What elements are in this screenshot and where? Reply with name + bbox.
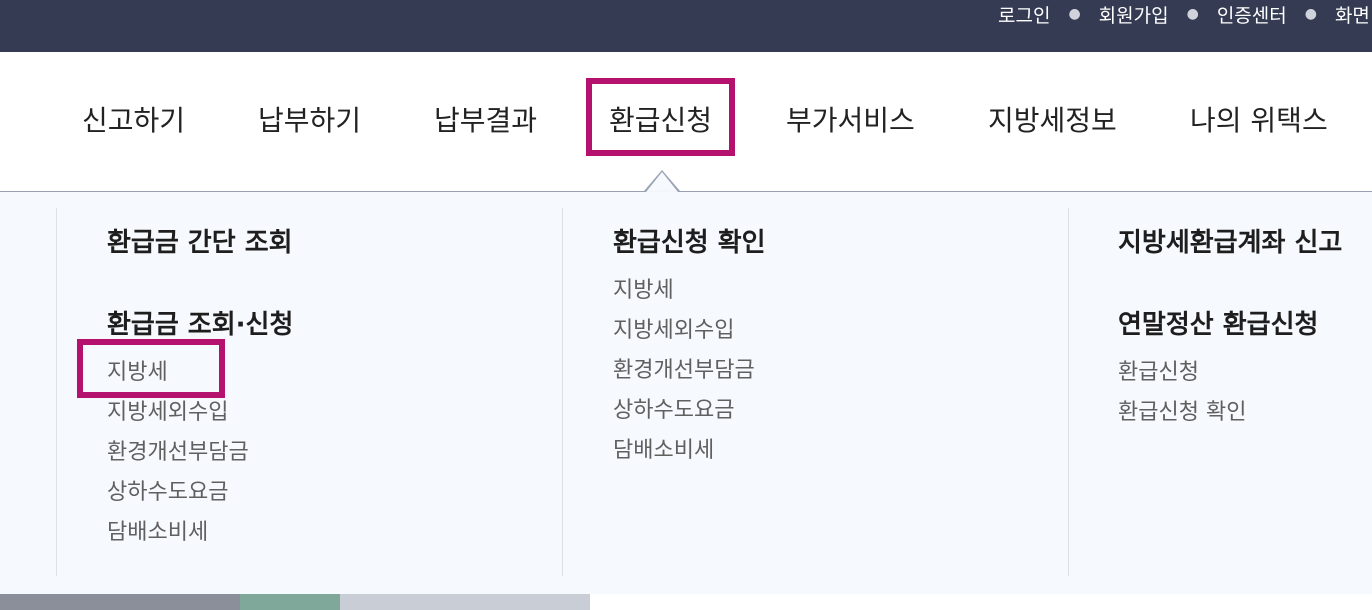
submenu-heading-refund-check[interactable]: 환급신청 확인 — [613, 222, 766, 259]
background-image-fragment — [340, 594, 590, 610]
submenu-link-non-tax-revenue[interactable]: 지방세외수입 — [107, 394, 228, 426]
nav-payment-result[interactable]: 납부결과 — [434, 52, 537, 191]
nav-highlight-box — [586, 78, 735, 156]
background-image-fragment — [590, 594, 1070, 610]
column-divider — [1068, 208, 1069, 576]
submenu-heading-quick-inquiry[interactable]: 환급금 간단 조회 — [107, 222, 293, 259]
login-link[interactable]: 로그인 — [998, 1, 1050, 28]
separator-dot: ● — [1068, 6, 1081, 22]
column-divider — [56, 208, 57, 576]
nav-report[interactable]: 신고하기 — [82, 52, 185, 191]
nav-payment[interactable]: 납부하기 — [258, 52, 361, 191]
submenu-link-environment-charge[interactable]: 환경개선부담금 — [107, 434, 249, 466]
refund-submenu-panel: 환급금 간단 조회 환급금 조회·신청 지방세 지방세외수입 환경개선부담금 상… — [0, 192, 1372, 594]
signup-link[interactable]: 회원가입 — [1099, 1, 1169, 28]
nav-local-tax-info[interactable]: 지방세정보 — [988, 52, 1117, 191]
screen-link[interactable]: 화면 — [1335, 1, 1370, 28]
submenu-heading-refund-inquiry[interactable]: 환급금 조회·신청 — [107, 304, 293, 341]
background-image-fragment — [0, 594, 240, 610]
nav-extra-services[interactable]: 부가서비스 — [786, 52, 915, 191]
separator-dot: ● — [1304, 6, 1317, 22]
background-content-strip — [0, 594, 1372, 610]
top-utility-bar: 로그인 ● 회원가입 ● 인증센터 ● 화면 — [0, 0, 1372, 52]
submenu-link-water-fee[interactable]: 상하수도요금 — [613, 392, 734, 424]
utility-links: 로그인 ● 회원가입 ● 인증센터 ● 화면 — [998, 0, 1370, 28]
submenu-link-tobacco-tax[interactable]: 담배소비세 — [107, 514, 208, 546]
submenu-heading-year-end-refund[interactable]: 연말정산 환급신청 — [1118, 304, 1318, 341]
submenu-link-refund-check[interactable]: 환급신청 확인 — [1118, 394, 1246, 426]
submenu-link-water-fee[interactable]: 상하수도요금 — [107, 474, 228, 506]
separator-dot: ● — [1186, 6, 1199, 22]
background-image-fragment — [1070, 594, 1372, 610]
submenu-pointer-fill — [646, 172, 678, 192]
submenu-link-environment-charge[interactable]: 환경개선부담금 — [613, 352, 755, 384]
background-image-fragment — [240, 594, 340, 610]
submenu-link-refund-request[interactable]: 환급신청 — [1118, 354, 1199, 386]
column-divider — [562, 208, 563, 576]
submenu-link-non-tax-revenue[interactable]: 지방세외수입 — [613, 312, 734, 344]
nav-my-wetax[interactable]: 나의 위택스 — [1190, 52, 1328, 191]
submenu-heading-refund-account[interactable]: 지방세환급계좌 신고 — [1118, 222, 1342, 259]
item-highlight-box — [77, 339, 225, 398]
cert-center-link[interactable]: 인증센터 — [1217, 1, 1287, 28]
submenu-link-tobacco-tax[interactable]: 담배소비세 — [613, 432, 714, 464]
submenu-link-local-tax[interactable]: 지방세 — [613, 272, 674, 304]
